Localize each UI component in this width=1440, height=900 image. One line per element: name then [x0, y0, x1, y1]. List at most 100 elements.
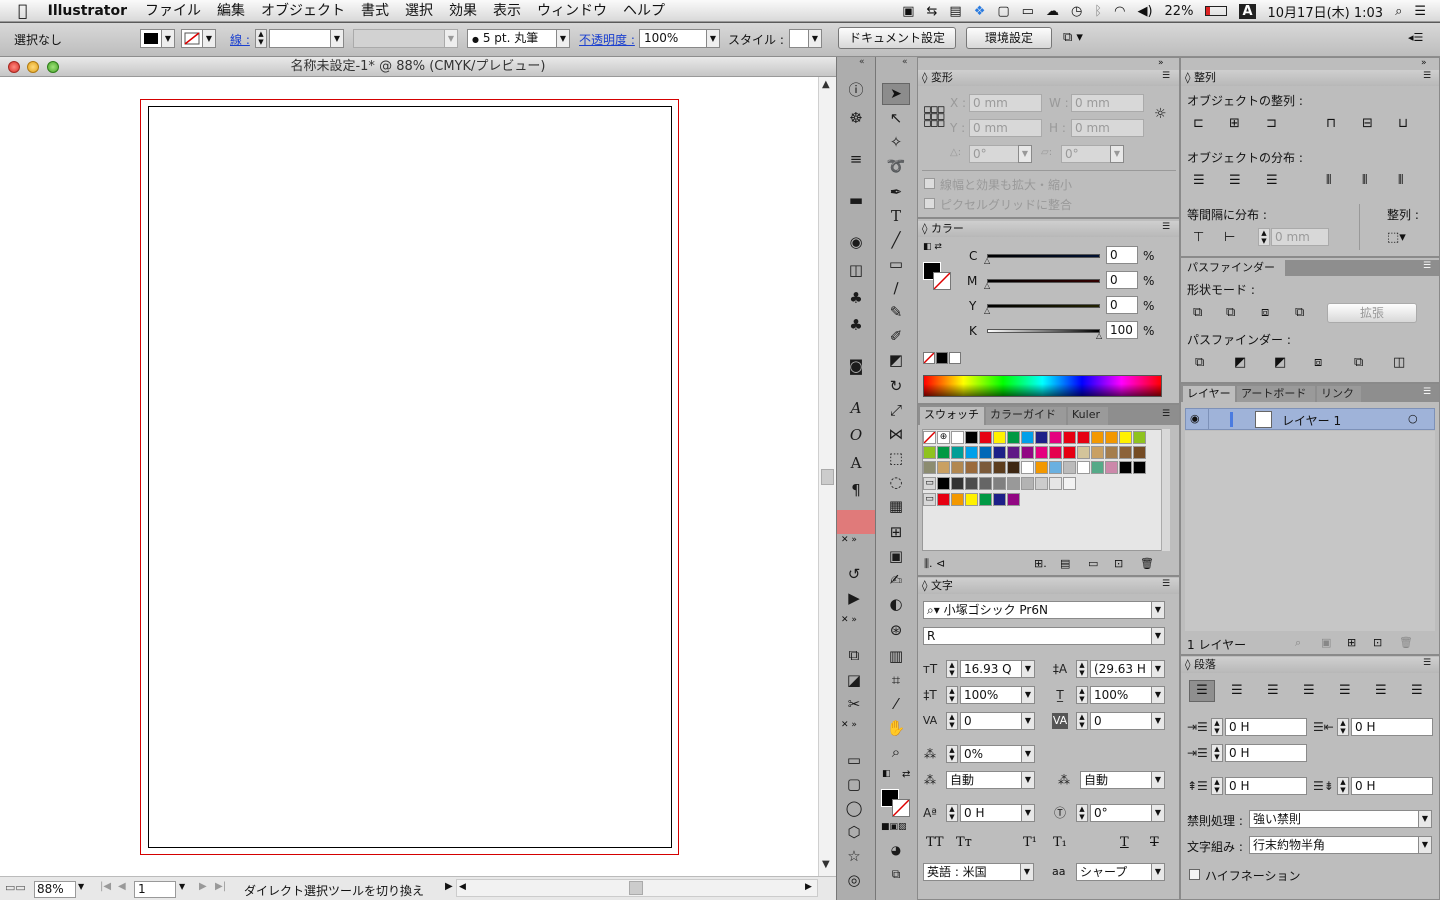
blend-tool[interactable]: ◐ [884, 593, 908, 615]
left-indent-field[interactable]: 0 H [1225, 718, 1307, 736]
align-left-text-icon[interactable]: ☰ [1189, 680, 1215, 702]
hand-tool[interactable]: ✋ [884, 717, 908, 739]
mojikumi-dropdown[interactable]: ▼ [1418, 836, 1432, 854]
stroke-weight-dropdown[interactable]: ▼ [330, 29, 344, 48]
color-guide-tab[interactable]: カラーガイド [986, 407, 1066, 425]
aki-right-field[interactable]: 自動 [1080, 771, 1152, 789]
display-icon[interactable]: ▭ [1022, 4, 1034, 19]
shape-builder-tool[interactable]: ◌ [884, 471, 908, 493]
wifi-icon[interactable]: ◠ [1114, 4, 1125, 19]
glyphs-icon[interactable]: A [844, 452, 868, 474]
char-rotation-stepper[interactable]: ▲ ▼ [1076, 804, 1088, 822]
screen-mode-icon[interactable]: ⧉ [884, 863, 908, 885]
default-colors-icon[interactable]: ◧ [882, 769, 891, 779]
kerning-field[interactable]: 0 [960, 712, 1022, 730]
trim-icon[interactable]: ◩ [1234, 355, 1246, 370]
last-artboard-icon[interactable]: ▶| [215, 881, 226, 892]
dist-right-icon[interactable]: ⫴ [1398, 173, 1403, 188]
scale-strokes-checkbox[interactable] [924, 178, 935, 189]
mesh-tool[interactable]: ⊞ [884, 521, 908, 543]
swatch[interactable] [951, 461, 964, 474]
char-rotation-dropdown[interactable]: ▼ [1151, 804, 1165, 822]
rotate-angle-dropdown[interactable]: ▼ [1018, 145, 1032, 163]
swatch[interactable] [979, 431, 992, 444]
swatch[interactable] [965, 446, 978, 459]
intersect-icon[interactable]: ⧈ [1261, 305, 1269, 320]
none-swatch[interactable] [923, 352, 935, 364]
swatches-menu-icon[interactable]: ☰ [1162, 409, 1170, 419]
selection-tool[interactable]: ➤ [882, 83, 910, 105]
ellipse-icon[interactable]: ◯ [842, 797, 866, 819]
align-dock-icon[interactable]: ✂ [842, 693, 866, 715]
aki-right-dropdown[interactable]: ▼ [1151, 771, 1165, 789]
black-swatch[interactable] [936, 352, 948, 364]
swatch[interactable] [979, 477, 992, 490]
expand-button[interactable]: 拡張 [1327, 303, 1417, 323]
paragraph-tab[interactable]: ◊ 段落 [1181, 657, 1439, 673]
dock-group3-close-icon[interactable]: ✕ » [841, 720, 857, 730]
spacing-stepper[interactable]: ▲ ▼ [1258, 228, 1270, 246]
align-top-icon[interactable]: ⊓ [1326, 116, 1336, 131]
stroke-swatch[interactable] [181, 29, 203, 48]
hdist-space-icon[interactable]: ⊢ [1224, 230, 1235, 245]
swatch[interactable] [1007, 446, 1020, 459]
new-layer-icon[interactable]: ⊡ [1373, 636, 1382, 649]
first-line-indent-field[interactable]: 0 H [1225, 744, 1307, 762]
apple-icon[interactable]:  [0, 0, 36, 22]
arrange-documents-icon[interactable]: ⧉ ▾ [1063, 30, 1083, 45]
align-vcenter-icon[interactable]: ⊟ [1362, 116, 1373, 131]
swatch[interactable] [1077, 446, 1090, 459]
swatch[interactable] [937, 477, 950, 490]
time-machine-icon[interactable]: ◷ [1071, 4, 1082, 19]
font-size-dropdown[interactable]: ▼ [1021, 660, 1035, 678]
new-swatch-icon[interactable]: ⊡ [1114, 557, 1123, 570]
color-tab[interactable]: ◊ カラー [918, 221, 1179, 237]
y-field[interactable]: 0 mm [969, 119, 1042, 137]
eyedropper-tool[interactable]: ✍ [884, 569, 908, 591]
menu-type[interactable]: 書式 [353, 0, 397, 22]
swatch[interactable] [1077, 431, 1090, 444]
menu-edit[interactable]: 編集 [209, 0, 253, 22]
menu-help[interactable]: ヘルプ [615, 0, 673, 22]
leading-field[interactable]: (29.63 H [1090, 660, 1152, 678]
all-caps-icon[interactable]: TT [926, 835, 944, 850]
y-slider[interactable] [987, 304, 1100, 308]
swatch[interactable] [1007, 477, 1020, 490]
rectangle-tool[interactable]: ▭ [884, 253, 908, 275]
polygon-icon[interactable]: ⬡ [842, 821, 866, 843]
opentype-icon[interactable]: O [844, 424, 868, 446]
flare-icon[interactable]: ◎ [842, 869, 866, 891]
navigator-icon[interactable]: ☸ [844, 107, 868, 129]
exclude-icon[interactable]: ⧉ [1295, 305, 1304, 320]
swatch[interactable] [965, 477, 978, 490]
shear-angle-field[interactable]: 0° [1061, 145, 1111, 163]
hyphenation-checkbox[interactable] [1189, 869, 1200, 880]
scroll-right-icon[interactable]: ▶ [805, 882, 812, 892]
variable-width-dropdown[interactable]: ▼ [444, 29, 458, 48]
menu-object[interactable]: オブジェクト [253, 0, 353, 22]
brush-field[interactable]: ● 5 pt. 丸筆 [467, 29, 557, 48]
swatch[interactable] [1049, 461, 1062, 474]
symbol-sprayer-tool[interactable]: ⊛ [884, 619, 908, 641]
w-field[interactable]: 0 mm [1071, 94, 1144, 112]
font-style-field[interactable]: R [923, 627, 1156, 645]
artboard-number-field[interactable]: 1 [134, 881, 176, 898]
battery-icon[interactable] [1205, 6, 1228, 16]
baseline-shift-dropdown[interactable]: ▼ [1021, 804, 1035, 822]
unite-icon[interactable]: ⧉ [1193, 305, 1202, 320]
tracking-field[interactable]: 0 [1090, 712, 1152, 730]
swatch[interactable] [993, 431, 1006, 444]
volume-icon[interactable]: ◀) [1137, 4, 1152, 19]
c-slider-thumb[interactable]: △ [984, 256, 990, 265]
locate-object-icon[interactable]: ⌕ [1295, 636, 1301, 650]
transform-dock-icon[interactable]: ⧉ [842, 644, 866, 666]
right-dock-collapse-icon[interactable]: » [1421, 58, 1427, 68]
pencil-tool[interactable]: ✎ [884, 301, 908, 323]
h-field[interactable]: 0 mm [1071, 119, 1144, 137]
space-before-field[interactable]: 0 H [1225, 777, 1307, 795]
dist-hcenter-icon[interactable]: ⫴ [1362, 173, 1367, 188]
scale-tool[interactable]: ⤢ [884, 399, 908, 421]
swatch[interactable] [1091, 446, 1104, 459]
pixel-grid-checkbox[interactable] [924, 198, 935, 209]
aki-left-dropdown[interactable]: ▼ [1021, 771, 1035, 789]
